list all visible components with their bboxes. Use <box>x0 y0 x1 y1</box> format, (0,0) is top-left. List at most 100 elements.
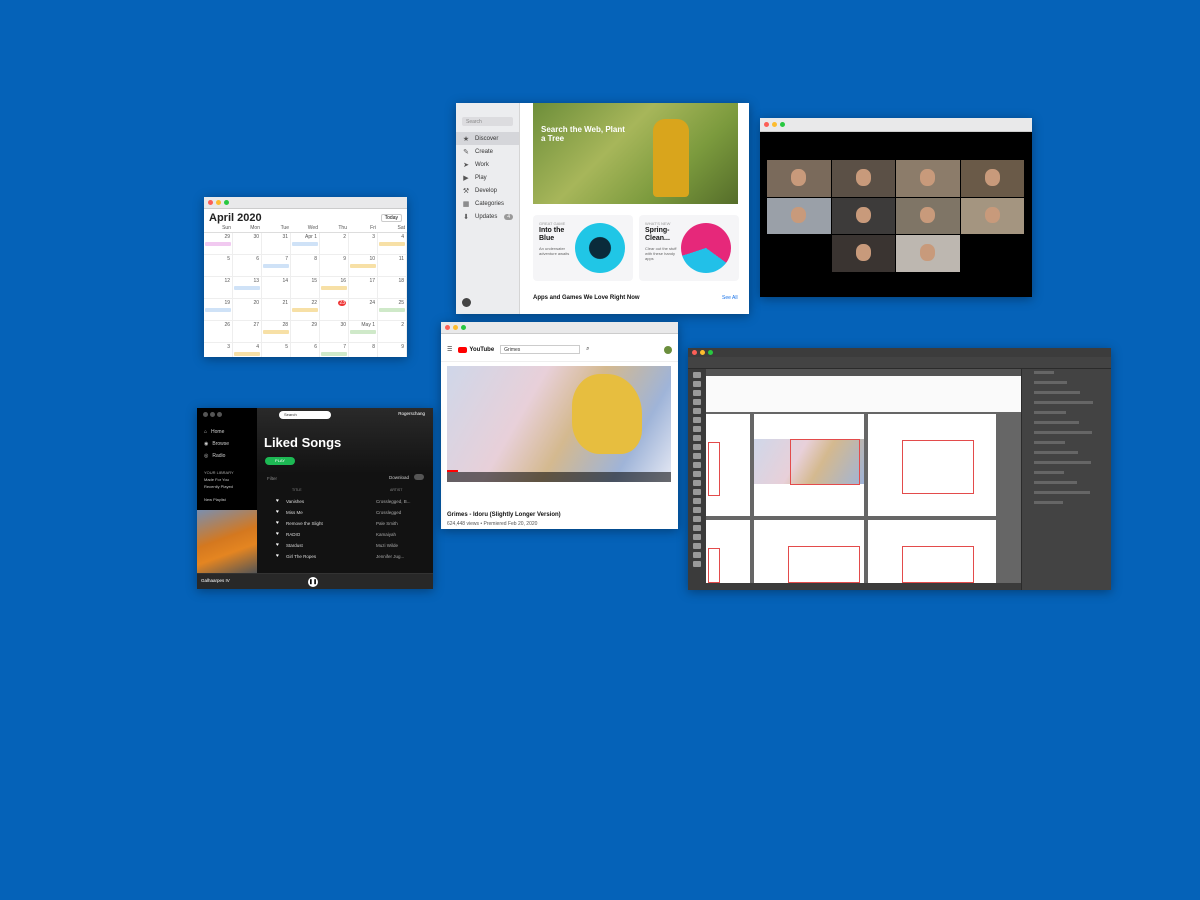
calendar-event[interactable] <box>321 286 347 290</box>
video-player[interactable] <box>447 366 671 482</box>
calendar-day-cell[interactable]: 21 <box>262 299 291 321</box>
calendar-day-cell[interactable]: 20 <box>233 299 262 321</box>
panel-control[interactable] <box>1034 421 1079 424</box>
tool-icon[interactable] <box>693 507 701 513</box>
panel-row[interactable] <box>1022 451 1111 459</box>
library-item[interactable]: Made For You <box>197 477 257 484</box>
search-icon[interactable]: ⌕ <box>586 346 589 353</box>
tool-icon[interactable] <box>693 417 701 423</box>
tool-icon[interactable] <box>693 471 701 477</box>
calendar-day-cell[interactable]: 29 <box>204 233 233 255</box>
panel-control[interactable] <box>1034 391 1080 394</box>
calendar-day-cell[interactable]: 22 <box>291 299 320 321</box>
search-input[interactable]: Search <box>279 411 331 419</box>
artboard[interactable] <box>754 414 864 516</box>
panel-row[interactable] <box>1022 481 1111 489</box>
calendar-day-cell[interactable]: 26 <box>204 321 233 343</box>
video-call-window[interactable] <box>760 118 1032 297</box>
tool-icon[interactable] <box>693 543 701 549</box>
sidebar-item-create[interactable]: ✎ Create <box>456 145 519 158</box>
calendar-event[interactable] <box>292 308 318 312</box>
sidebar-item-play[interactable]: ▶ Play <box>456 171 519 184</box>
app-store-window[interactable]: Search ★ Discover ✎ Create ➤ Work ▶ Play ⚒ Develo… <box>456 103 749 314</box>
calendar-event[interactable] <box>263 264 289 268</box>
panel-row[interactable] <box>1022 491 1111 499</box>
tool-icon[interactable] <box>693 444 701 450</box>
calendar-day-cell[interactable]: 28 <box>262 321 291 343</box>
heart-icon[interactable]: ♥ <box>262 531 279 537</box>
close-button[interactable] <box>764 122 769 127</box>
participant-video-tile[interactable] <box>831 235 895 272</box>
calendar-day-cell[interactable]: 3 <box>204 343 233 357</box>
close-button[interactable] <box>203 412 208 417</box>
participant-video-tile[interactable] <box>960 235 1024 272</box>
calendar-day-cell[interactable]: 10 <box>349 255 378 277</box>
track-row[interactable]: ♥ RADIO Kamaiyah <box>262 529 430 539</box>
calendar-day-cell[interactable]: 14 <box>262 277 291 299</box>
calendar-day-cell[interactable]: 2 <box>378 321 407 343</box>
artboard[interactable] <box>868 520 996 583</box>
tool-icon[interactable] <box>693 426 701 432</box>
zoom-button[interactable] <box>780 122 785 127</box>
calendar-event[interactable] <box>234 286 260 290</box>
artboard[interactable] <box>868 414 996 516</box>
calendar-event[interactable] <box>350 330 376 334</box>
column-artist[interactable]: ARTIST <box>390 488 402 492</box>
tool-icon[interactable] <box>693 525 701 531</box>
calendar-day-cell[interactable]: 9 <box>378 343 407 357</box>
calendar-event[interactable] <box>205 242 231 246</box>
calendar-day-cell[interactable]: 19 <box>204 299 233 321</box>
heart-icon[interactable]: ♥ <box>262 509 279 515</box>
calendar-day-cell[interactable]: 29 <box>291 321 320 343</box>
zoom-button[interactable] <box>224 200 229 205</box>
player-controls[interactable] <box>447 472 671 482</box>
video-call-titlebar[interactable] <box>760 118 1032 132</box>
panel-control[interactable] <box>1034 491 1090 494</box>
calendar-day-cell[interactable]: 7 <box>320 343 349 357</box>
panel-row[interactable] <box>1022 431 1111 439</box>
zoom-button[interactable] <box>461 325 466 330</box>
panel-control[interactable] <box>1034 401 1093 404</box>
youtube-window[interactable]: ☰ YouTube Grimes ⌕ Grimes - Idoru (Sligh… <box>441 322 678 529</box>
track-row[interactable]: ♥ Girl The Ropes Jennifer Jug... <box>262 551 430 561</box>
panel-row[interactable] <box>1022 471 1111 479</box>
artboard[interactable] <box>706 520 750 583</box>
menu-icon[interactable]: ☰ <box>447 346 452 353</box>
calendar-event[interactable] <box>292 242 318 246</box>
calendar-day-cell[interactable]: 23 <box>320 299 349 321</box>
artboard-canvas[interactable] <box>706 376 1036 583</box>
calendar-event[interactable] <box>379 308 405 312</box>
calendar-window[interactable]: April 2020 Today Sun Mon Tue Wed Thu Fri Sat 29… <box>204 197 407 357</box>
calendar-day-cell[interactable]: 5 <box>262 343 291 357</box>
sidebar-item-develop[interactable]: ⚒ Develop <box>456 184 519 197</box>
calendar-event[interactable] <box>205 308 231 312</box>
panel-row[interactable] <box>1022 501 1111 509</box>
participant-video-tile[interactable] <box>896 197 960 235</box>
today-button[interactable]: Today <box>380 214 402 222</box>
tool-icon[interactable] <box>693 480 701 486</box>
participant-video-tile[interactable] <box>767 235 831 272</box>
minimize-button[interactable] <box>453 325 458 330</box>
calendar-titlebar[interactable] <box>204 197 407 209</box>
calendar-event[interactable] <box>350 264 376 268</box>
play-button[interactable]: PLAY <box>265 457 295 465</box>
calendar-event[interactable] <box>234 352 260 356</box>
panel-row[interactable] <box>1022 441 1111 449</box>
tool-icon[interactable] <box>693 561 701 567</box>
close-button[interactable] <box>208 200 213 205</box>
heart-icon[interactable]: ♥ <box>262 553 279 559</box>
tool-icon[interactable] <box>693 489 701 495</box>
track-row[interactable]: ♥ Stardust Muzi Wilde <box>262 540 430 550</box>
illustrator-window[interactable] <box>688 348 1111 590</box>
calendar-day-cell[interactable]: 4 <box>378 233 407 255</box>
calendar-day-cell[interactable]: 31 <box>262 233 291 255</box>
panel-control[interactable] <box>1034 461 1091 464</box>
calendar-day-cell[interactable]: 11 <box>378 255 407 277</box>
panel-control[interactable] <box>1034 451 1078 454</box>
panel-row[interactable] <box>1022 391 1111 399</box>
participant-video-tile[interactable] <box>767 197 831 235</box>
calendar-day-cell[interactable]: 6 <box>291 343 320 357</box>
sidebar-item-home[interactable]: ⌂ Home <box>197 426 257 438</box>
calendar-day-cell[interactable]: 27 <box>233 321 262 343</box>
artboard-top[interactable] <box>706 376 1036 412</box>
